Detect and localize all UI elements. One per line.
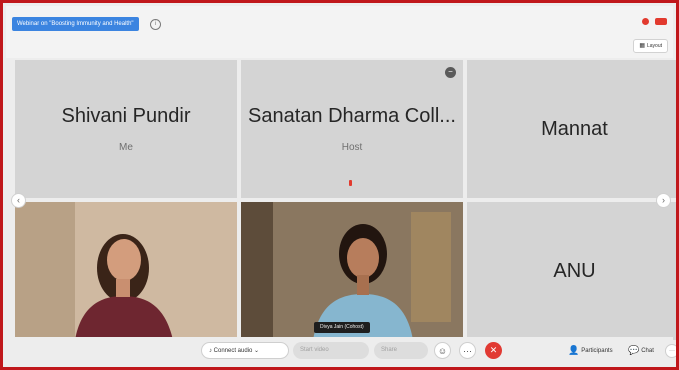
participant-tile-anu[interactable]: ANU — [467, 202, 676, 340]
chat-button[interactable]: 💬 Chat — [628, 342, 654, 359]
meeting-controls-bar: ♪ Connect audio ⌄ Start video Share ☺ ··… — [6, 337, 676, 364]
overflow-menu-icon[interactable]: ··· — [665, 344, 676, 358]
connect-audio-label: Connect audio — [213, 348, 253, 354]
grid-icon: ▦ — [639, 43, 645, 49]
next-page-arrow-icon[interactable]: › — [656, 193, 671, 208]
chat-icon: 💬 — [628, 345, 640, 355]
chat-label: Chat — [641, 348, 654, 354]
share-button[interactable]: Share — [374, 342, 428, 359]
reactions-icon[interactable]: ☺ — [434, 342, 451, 359]
participant-video-tile[interactable] — [15, 202, 237, 340]
info-icon[interactable]: i — [150, 19, 161, 30]
participant-role: Host — [341, 142, 363, 153]
start-video-button[interactable]: Start video — [293, 342, 369, 359]
participant-tile-shivani[interactable]: Shivani Pundir Me — [15, 60, 237, 198]
audio-icon: ♪ — [209, 348, 212, 354]
participant-name: Sanatan Dharma Coll... — [248, 105, 456, 127]
cohost-video-tile[interactable]: Divya Jain (Cohost) — [241, 202, 463, 340]
participants-button[interactable]: 👤 Participants — [568, 342, 613, 359]
participant-tile-mannat[interactable]: Mannat — [467, 60, 676, 198]
connect-audio-button[interactable]: ♪ Connect audio ⌄ — [201, 342, 289, 359]
participants-icon: 👤 — [568, 345, 580, 355]
participant-role: Me — [119, 142, 133, 153]
layout-button-label: Layout — [646, 43, 662, 49]
participant-name: ANU — [553, 260, 596, 282]
muted-mic-icon — [349, 180, 352, 186]
minimize-icon[interactable]: − — [445, 67, 456, 78]
chevron-down-icon[interactable]: ⌄ — [254, 343, 259, 360]
leave-meeting-button[interactable]: ✕ — [485, 342, 502, 359]
participant-name: Shivani Pundir — [61, 105, 191, 127]
layout-button[interactable]: ▦ Layout — [633, 39, 668, 53]
meeting-title[interactable]: Webinar on "Boosting Immunity and Health… — [12, 17, 139, 31]
recording-indicator-icon[interactable] — [655, 18, 667, 25]
meeting-window: Webinar on "Boosting Immunity and Health… — [0, 0, 679, 370]
participant-video-label: Divya Jain (Cohost) — [314, 322, 370, 333]
previous-page-arrow-icon[interactable]: ‹ — [11, 193, 26, 208]
participants-label: Participants — [581, 348, 613, 354]
meeting-header: Webinar on "Boosting Immunity and Health… — [6, 6, 673, 58]
participant-tile-host[interactable]: − Sanatan Dharma Coll... Host — [241, 60, 463, 198]
recording-dot-icon — [642, 18, 649, 25]
participant-video-feed — [15, 202, 237, 340]
start-video-label: Start video — [300, 347, 329, 353]
participant-name: Mannat — [541, 118, 608, 140]
cohost-video-feed — [241, 202, 463, 340]
more-options-icon[interactable]: ··· — [459, 342, 476, 359]
share-label: Share — [381, 347, 398, 353]
